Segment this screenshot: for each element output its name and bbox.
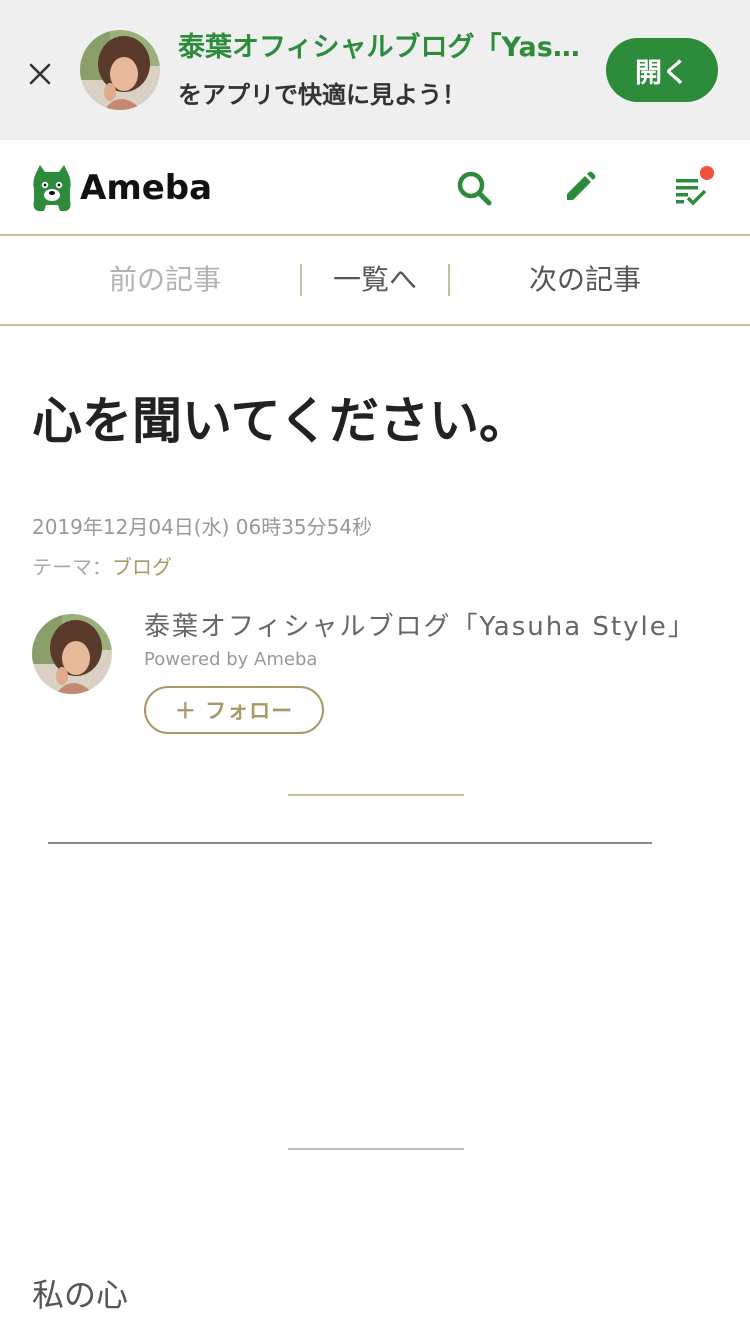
close-icon[interactable]: [20, 54, 60, 94]
divider: [48, 842, 652, 844]
nav-divider: [300, 264, 302, 296]
banner-avatar: [80, 30, 160, 110]
checklist-icon[interactable]: [666, 164, 714, 212]
theme-label: テーマ：: [32, 555, 112, 579]
search-icon[interactable]: [450, 164, 498, 212]
article-nav: 前の記事 一覧へ 次の記事: [0, 236, 750, 326]
follow-button[interactable]: ＋ フォロー: [144, 686, 324, 734]
nav-divider: [448, 264, 450, 296]
app-banner: 泰葉オフィシャルブログ「Yasuha Style」 をアプリで快適に見よう！ 開…: [0, 0, 750, 140]
prev-article-link[interactable]: 前の記事: [60, 260, 270, 300]
next-article-link[interactable]: 次の記事: [480, 260, 690, 300]
author-blog-name[interactable]: 泰葉オフィシャルブログ「Yasuha Style」: [144, 608, 696, 646]
open-app-button[interactable]: 開く: [606, 38, 718, 102]
notification-dot: [700, 166, 714, 180]
divider: [288, 794, 464, 796]
entry-title: 心を聞いてください。: [32, 392, 529, 450]
ameba-mascot-icon: [33, 165, 71, 211]
banner-subtitle: をアプリで快適に見よう！: [178, 81, 466, 109]
divider: [288, 1148, 464, 1150]
banner-title: 泰葉オフィシャルブログ「Yasuha Style」: [178, 32, 590, 63]
site-header: Ameba: [0, 140, 750, 236]
entry-date: 2019年12月04日(水) 06時35分54秒: [32, 515, 373, 539]
pencil-icon[interactable]: [555, 164, 603, 212]
theme-link[interactable]: ブログ: [112, 555, 172, 579]
article-list-link[interactable]: 一覧へ: [316, 260, 434, 300]
author-avatar[interactable]: [32, 614, 112, 694]
powered-by: Powered by Ameba: [144, 649, 318, 670]
entry-body-text: 私の心: [32, 1276, 129, 1314]
logo-text: Ameba: [80, 168, 213, 208]
ameba-logo[interactable]: Ameba: [30, 162, 212, 214]
entry-theme: テーマ：ブログ: [32, 552, 172, 582]
